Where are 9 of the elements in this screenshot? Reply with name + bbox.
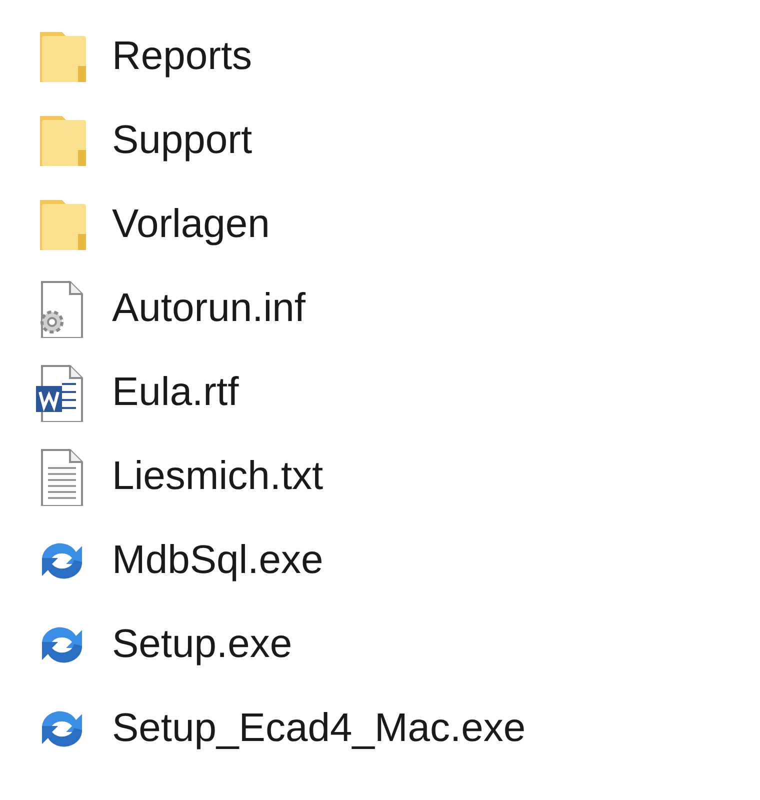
file-name[interactable]: Vorlagen [112, 194, 270, 254]
file-name[interactable]: Setup.exe [112, 614, 292, 674]
file-name[interactable]: Liesmich.txt [112, 446, 324, 506]
file-name[interactable]: Setup_Ecad4_Mac.exe [112, 698, 526, 758]
file-name[interactable]: Eula.rtf [112, 362, 239, 422]
file-name[interactable]: Reports [112, 26, 252, 86]
file-name[interactable]: Autorun.inf [112, 278, 306, 338]
file-name[interactable]: Support [112, 110, 252, 170]
file-name[interactable]: MdbSql.exe [112, 530, 324, 590]
